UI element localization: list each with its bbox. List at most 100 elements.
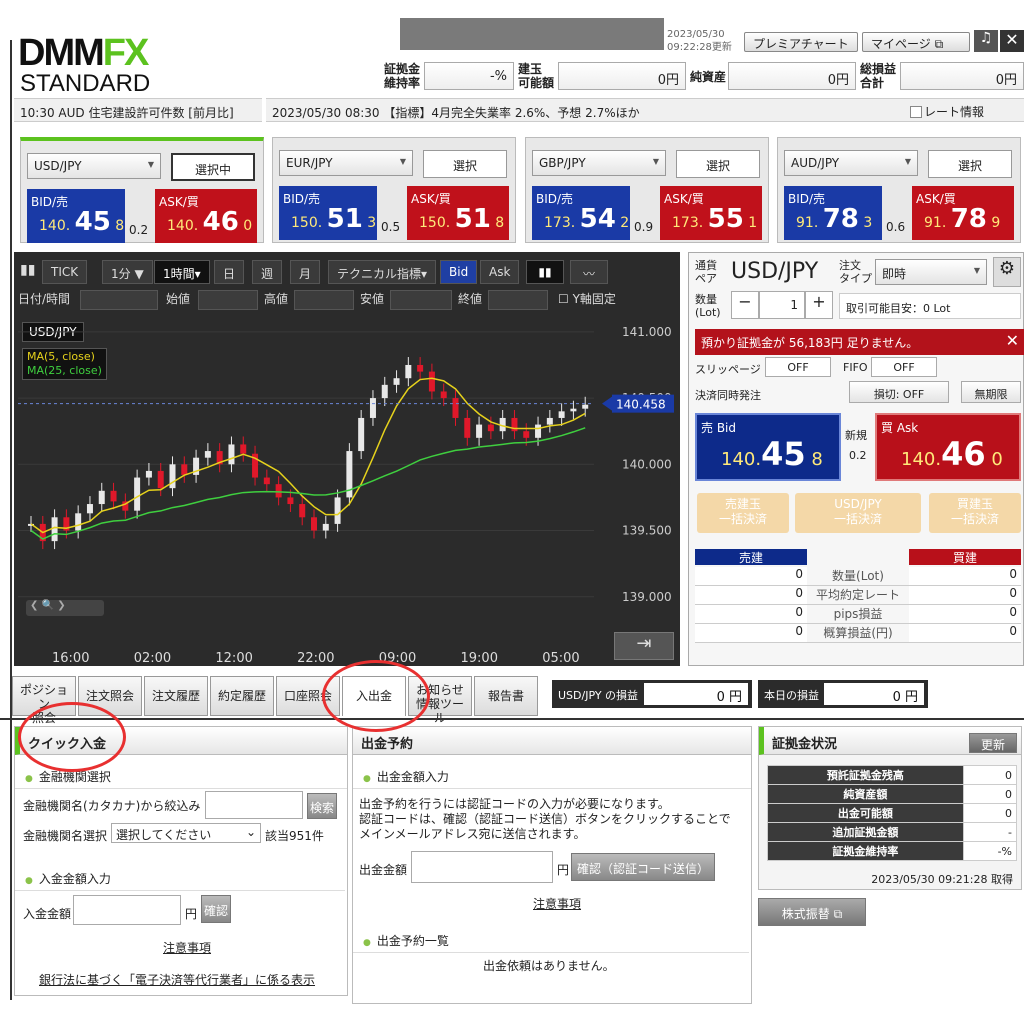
table-row: 追加証拠金額 - xyxy=(767,822,1018,842)
month-button[interactable]: 月 xyxy=(290,260,321,284)
candle-body xyxy=(181,464,188,475)
fifo-toggle[interactable]: OFF xyxy=(871,357,937,377)
candle-body xyxy=(299,504,306,518)
pair-select[interactable]: AUD/JPY xyxy=(784,150,918,176)
candle-icon[interactable]: ▮▮ xyxy=(20,262,35,278)
stock-transfer-button[interactable]: 株式振替 ⧉ xyxy=(758,898,866,926)
ask-price[interactable]: ASK/買 173. 55 1 xyxy=(660,186,762,240)
candle-body xyxy=(322,523,329,531)
pair-box-usdjpy[interactable]: USD/JPY 選択中 BID/売140. 45 8 0.2 ASK/買140.… xyxy=(20,137,264,243)
bid-price[interactable]: BID/売 173. 54 2 xyxy=(532,186,630,240)
tick-button[interactable]: TICK xyxy=(42,260,88,284)
ma25-line xyxy=(30,427,586,540)
notes-link[interactable]: 注意事項 xyxy=(163,939,211,956)
select-button[interactable]: 選択 xyxy=(676,150,760,178)
margin-warning: 預かり証拠金が 56,183円 足りません。 ✕ xyxy=(695,329,1024,355)
x-tick-label: 12:00 xyxy=(215,651,252,666)
close-all-buy-button[interactable]: 買建玉 一括決済 xyxy=(929,493,1021,533)
tab-report[interactable]: 報告書 xyxy=(474,676,538,716)
close-icon[interactable]: ✕ xyxy=(1000,30,1024,52)
redacted-block xyxy=(400,18,664,50)
bid-price[interactable]: BID/売 91. 78 3 xyxy=(784,186,882,240)
candlestick-chart[interactable]: 141.000140.500140.000139.500139.00016:00… xyxy=(14,312,680,666)
spread: 0.5 xyxy=(381,220,401,234)
settle-label: 決済同時発注 xyxy=(695,389,761,402)
tab-execution-history[interactable]: 約定履歴 xyxy=(210,676,274,716)
gear-icon[interactable]: ⚙ xyxy=(993,257,1021,287)
stop-loss-button[interactable]: 損切: OFF xyxy=(849,381,949,403)
chevron-down-icon: ⌄ xyxy=(245,825,256,839)
mypage-button[interactable]: マイページ ⧉ xyxy=(862,32,970,52)
pair-select[interactable]: USD/JPY xyxy=(27,153,161,179)
search-button[interactable]: 検索 xyxy=(307,793,337,819)
bid-price[interactable]: BID/売 140. 45 8 xyxy=(27,189,125,243)
technical-select[interactable]: テクニカル指標▾ xyxy=(328,260,437,284)
pair-box-audjpy[interactable]: AUD/JPY 選択 BID/売91. 78 3 0.6 ASK/買91. 78… xyxy=(777,137,1021,243)
minute-select[interactable]: 1分 ▼ xyxy=(102,260,153,284)
tab-order-history[interactable]: 注文履歴 xyxy=(144,676,208,716)
bank-select[interactable]: 選択してください ⌄ xyxy=(111,823,261,843)
candle-body xyxy=(240,444,247,454)
confirm-button[interactable]: 確認 xyxy=(201,895,231,923)
yfix-checkbox[interactable]: ☐ Y軸固定 xyxy=(558,290,616,307)
sell-order-button[interactable]: 売 Bid 140.45 8 xyxy=(695,413,841,481)
ask-price[interactable]: ASK/買 150. 51 8 xyxy=(407,186,509,240)
today-pnl: 本日の損益 0 円 xyxy=(758,680,928,708)
table-row: 0 概算損益(円) 0 xyxy=(695,624,1021,643)
candle-type-icon[interactable]: ▮▮ xyxy=(526,260,564,284)
ask-price[interactable]: ASK/買 140. 46 0 xyxy=(155,189,257,243)
notes-link[interactable]: 注意事項 xyxy=(533,895,581,912)
economic-event[interactable]: 10:30 AUD 住宅建設許可件数 [前月比] xyxy=(14,98,262,122)
pair-select[interactable]: EUR/JPY xyxy=(279,150,413,176)
pair-box-eurjpy[interactable]: EUR/JPY 選択 BID/売150. 51 3 0.5 ASK/買150. … xyxy=(272,137,516,243)
deposit-amount-input[interactable] xyxy=(73,895,181,925)
close-all-pair-button[interactable]: USD/JPY 一括決済 xyxy=(795,493,921,533)
candle-body xyxy=(275,484,282,498)
candle-body xyxy=(358,417,365,452)
close-icon[interactable]: ✕ xyxy=(1006,331,1019,350)
bid-price[interactable]: BID/売 150. 51 3 xyxy=(279,186,377,240)
qty-minus-button[interactable]: − xyxy=(731,291,759,319)
order-type-select[interactable]: 即時 xyxy=(875,259,987,285)
order-pair: USD/JPY xyxy=(731,259,819,284)
pair-select[interactable]: GBP/JPY xyxy=(532,150,666,176)
refresh-button[interactable]: 更新 xyxy=(969,733,1017,753)
chart-panel[interactable]: ▮▮ TICK 1分 ▼ 1時間▾ 日 週 月 テクニカル指標▾ Bid Ask… xyxy=(14,252,680,666)
rate-info-checkbox[interactable]: レート情報 xyxy=(910,103,984,120)
deposit-amount-label: 入金金額 xyxy=(23,907,72,921)
table-row: 預託証拠金残高 0 xyxy=(767,765,1018,785)
close-all-sell-button[interactable]: 売建玉 一括決済 xyxy=(697,493,789,533)
send-code-button[interactable]: 確認（認証コード送信） xyxy=(571,853,715,881)
qty-input[interactable]: 1 xyxy=(759,291,805,319)
line-type-icon[interactable]: 〰 xyxy=(570,260,608,284)
x-tick-label: 16:00 xyxy=(52,651,89,666)
bank-filter-input[interactable] xyxy=(205,791,303,819)
qty-plus-button[interactable]: + xyxy=(805,291,833,319)
jump-to-latest-button[interactable]: ⇥ xyxy=(614,632,674,660)
hour-select[interactable]: 1時間▾ xyxy=(154,260,210,284)
day-button[interactable]: 日 xyxy=(214,260,245,284)
close-label: 終値 xyxy=(458,292,483,306)
music-icon[interactable]: ♫ xyxy=(974,30,998,52)
select-button[interactable]: 選択中 xyxy=(171,153,255,181)
premium-chart-button[interactable]: プレミアチャート xyxy=(744,32,858,52)
chart-zoom-control[interactable]: ❮ 🔍 ❯ xyxy=(26,600,104,616)
slippage-toggle[interactable]: OFF xyxy=(765,357,831,377)
ask-toggle[interactable]: Ask xyxy=(480,260,520,284)
select-button[interactable]: 選択 xyxy=(928,150,1012,178)
position-capacity-value: 0円 xyxy=(558,62,686,90)
spread: 0.6 xyxy=(886,220,906,234)
buy-order-button[interactable]: 買 Ask 140.46 0 xyxy=(875,413,1021,481)
window-edge xyxy=(10,40,12,1000)
regulatory-link[interactable]: 銀行法に基づく「電子決済等代行業者」に係る表示 xyxy=(39,971,315,988)
withdraw-amount-input[interactable] xyxy=(411,851,553,883)
close-field xyxy=(488,290,548,310)
bid-toggle[interactable]: Bid xyxy=(440,260,478,284)
expiry-button[interactable]: 無期限 xyxy=(961,381,1021,403)
ask-price[interactable]: ASK/買 91. 78 9 xyxy=(912,186,1014,240)
pair-box-gbpjpy[interactable]: GBP/JPY 選択 BID/売173. 54 2 0.9 ASK/買173. … xyxy=(525,137,769,243)
select-button[interactable]: 選択 xyxy=(423,150,507,178)
week-button[interactable]: 週 xyxy=(252,260,283,284)
candle-body xyxy=(169,464,176,489)
candle-body xyxy=(75,513,82,531)
